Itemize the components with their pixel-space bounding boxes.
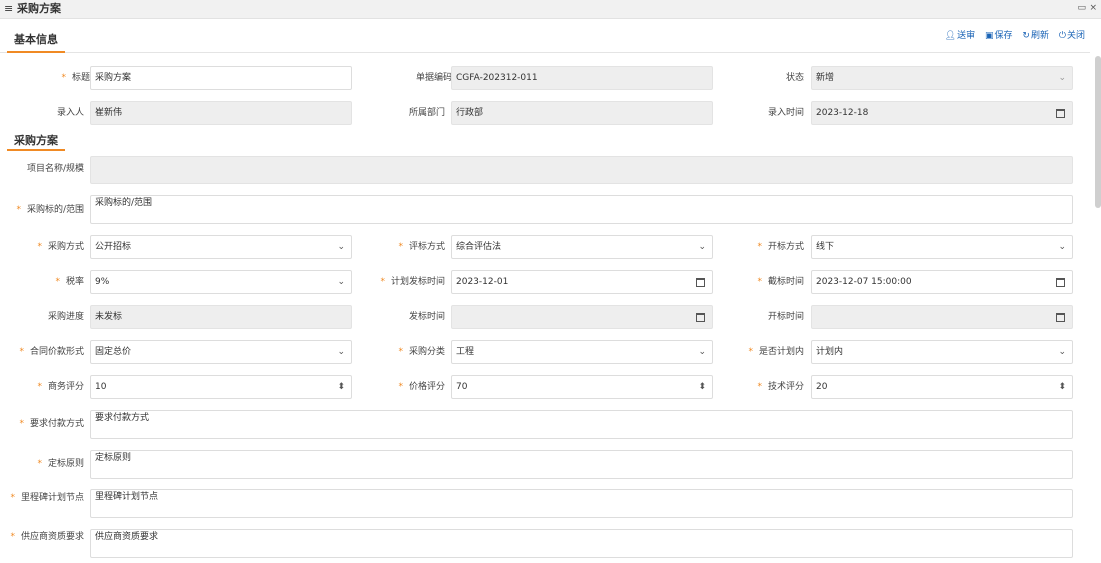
calendar-icon	[1056, 109, 1065, 118]
plan-date-label: * 计划发标时间	[380, 277, 445, 287]
window-title: 采购方案	[17, 2, 61, 15]
price-score-stepper[interactable]: 70 ⬍	[451, 375, 713, 399]
title-label: * 标题	[61, 73, 90, 83]
tech-score-label: * 技术评分	[757, 382, 804, 392]
milestone-textarea[interactable]: 里程碑计划节点	[90, 489, 1073, 518]
entry-time-field: 2023-12-18	[811, 101, 1073, 125]
close-label: 关闭	[1066, 31, 1085, 41]
eval-select[interactable]: 综合评估法 ⌄	[451, 235, 713, 259]
refresh-label: 刷新	[1030, 31, 1049, 41]
restore-icon[interactable]: ▭	[1077, 2, 1086, 14]
project-field	[90, 156, 1073, 184]
contract-label: * 合同价款形式	[19, 347, 84, 357]
category-label: * 采购分类	[398, 347, 445, 357]
calendar-icon	[1056, 278, 1065, 287]
title-input[interactable]: 采购方案	[90, 66, 352, 90]
close-window-icon[interactable]: ×	[1089, 2, 1097, 14]
chevron-down-icon: ⌄	[1058, 73, 1066, 83]
save-label: 保存	[994, 31, 1013, 41]
tax-select[interactable]: 9% ⌄	[90, 270, 352, 294]
entry-time-label: 录入时间	[767, 108, 804, 118]
supplier-label: * 供应商资质要求	[10, 532, 84, 542]
spinner-icon[interactable]: ⬍	[337, 376, 345, 398]
user-icon: 👤︎	[944, 31, 957, 41]
deadline-input[interactable]: 2023-12-07 15:00:00	[811, 270, 1073, 294]
calendar-icon	[1056, 313, 1065, 322]
chevron-down-icon: ⌄	[1058, 242, 1066, 252]
refresh-icon: ↻	[1022, 31, 1030, 41]
opening-label: * 开标方式	[757, 242, 804, 252]
deadline-label: * 截标时间	[757, 277, 804, 287]
in-plan-select[interactable]: 计划内 ⌄	[811, 340, 1073, 364]
refresh-button[interactable]: ↻刷新	[1022, 30, 1049, 42]
required-mark: *	[61, 73, 66, 83]
tax-label: * 税率	[55, 277, 84, 287]
dept-field: 行政部	[451, 101, 713, 125]
doc-no-field: CGFA-202312-011	[451, 66, 713, 90]
in-plan-label: * 是否计划内	[748, 347, 804, 357]
opening-select[interactable]: 线下 ⌄	[811, 235, 1073, 259]
method-select[interactable]: 公开招标 ⌄	[90, 235, 352, 259]
tab-basic-info[interactable]: 基本信息	[7, 27, 65, 53]
power-icon: ⏻	[1058, 31, 1066, 41]
release-field	[451, 305, 713, 329]
chevron-down-icon: ⌄	[337, 347, 345, 357]
spinner-icon[interactable]: ⬍	[698, 376, 706, 398]
chevron-down-icon: ⌄	[698, 242, 706, 252]
chevron-down-icon: ⌄	[337, 277, 345, 287]
status-select[interactable]: 新增 ⌄	[811, 66, 1073, 90]
submit-label: 送审	[957, 31, 976, 41]
window-titlebar: ≡ 采购方案 ▭ ×	[0, 0, 1101, 19]
section-title: 采购方案	[7, 131, 65, 151]
open-time-label: 开标时间	[767, 312, 804, 322]
tab-bar: 基本信息 👤︎送审 ▣保存 ↻刷新 ⏻关闭	[0, 27, 1090, 53]
contract-select[interactable]: 固定总价 ⌄	[90, 340, 352, 364]
floppy-icon: ▣	[985, 31, 994, 41]
payment-label: * 要求付款方式	[19, 419, 84, 429]
biz-score-stepper[interactable]: 10 ⬍	[90, 375, 352, 399]
payment-textarea[interactable]: 要求付款方式	[90, 410, 1073, 439]
submit-button[interactable]: 👤︎送审	[945, 30, 975, 42]
eval-label: * 评标方式	[398, 242, 445, 252]
entered-by-label: 录入人	[56, 108, 84, 118]
menu-icon[interactable]: ≡	[4, 3, 13, 15]
project-label: 项目名称/规模	[26, 164, 84, 174]
status-label: 状态	[785, 73, 804, 83]
target-textarea[interactable]: 采购标的/范围	[90, 195, 1073, 224]
open-time-field	[811, 305, 1073, 329]
biz-score-label: * 商务评分	[37, 382, 84, 392]
chevron-down-icon: ⌄	[698, 347, 706, 357]
toolbar: 👤︎送审 ▣保存 ↻刷新 ⏻关闭	[938, 30, 1085, 44]
doc-no-label: 单据编码	[415, 73, 452, 83]
progress-label: 采购进度	[47, 312, 84, 322]
progress-field: 未发标	[90, 305, 352, 329]
spinner-icon[interactable]: ⬍	[1058, 376, 1066, 398]
entered-by-field: 崔新伟	[90, 101, 352, 125]
dept-label: 所属部门	[408, 108, 445, 118]
milestone-label: * 里程碑计划节点	[10, 493, 84, 503]
release-label: 发标时间	[408, 312, 445, 322]
calendar-icon	[696, 313, 705, 322]
method-label: * 采购方式	[37, 242, 84, 252]
award-label: * 定标原则	[37, 459, 84, 469]
chevron-down-icon: ⌄	[337, 242, 345, 252]
supplier-textarea[interactable]: 供应商资质要求	[90, 529, 1073, 558]
price-score-label: * 价格评分	[398, 382, 445, 392]
close-button[interactable]: ⏻关闭	[1059, 30, 1085, 42]
category-select[interactable]: 工程 ⌄	[451, 340, 713, 364]
tech-score-stepper[interactable]: 20 ⬍	[811, 375, 1073, 399]
save-button[interactable]: ▣保存	[985, 30, 1013, 42]
calendar-icon	[696, 278, 705, 287]
award-textarea[interactable]: 定标原则	[90, 450, 1073, 479]
target-label: * 采购标的/范围	[16, 205, 84, 215]
plan-date-input[interactable]: 2023-12-01	[451, 270, 713, 294]
vertical-scrollbar[interactable]	[1095, 56, 1101, 208]
chevron-down-icon: ⌄	[1058, 347, 1066, 357]
